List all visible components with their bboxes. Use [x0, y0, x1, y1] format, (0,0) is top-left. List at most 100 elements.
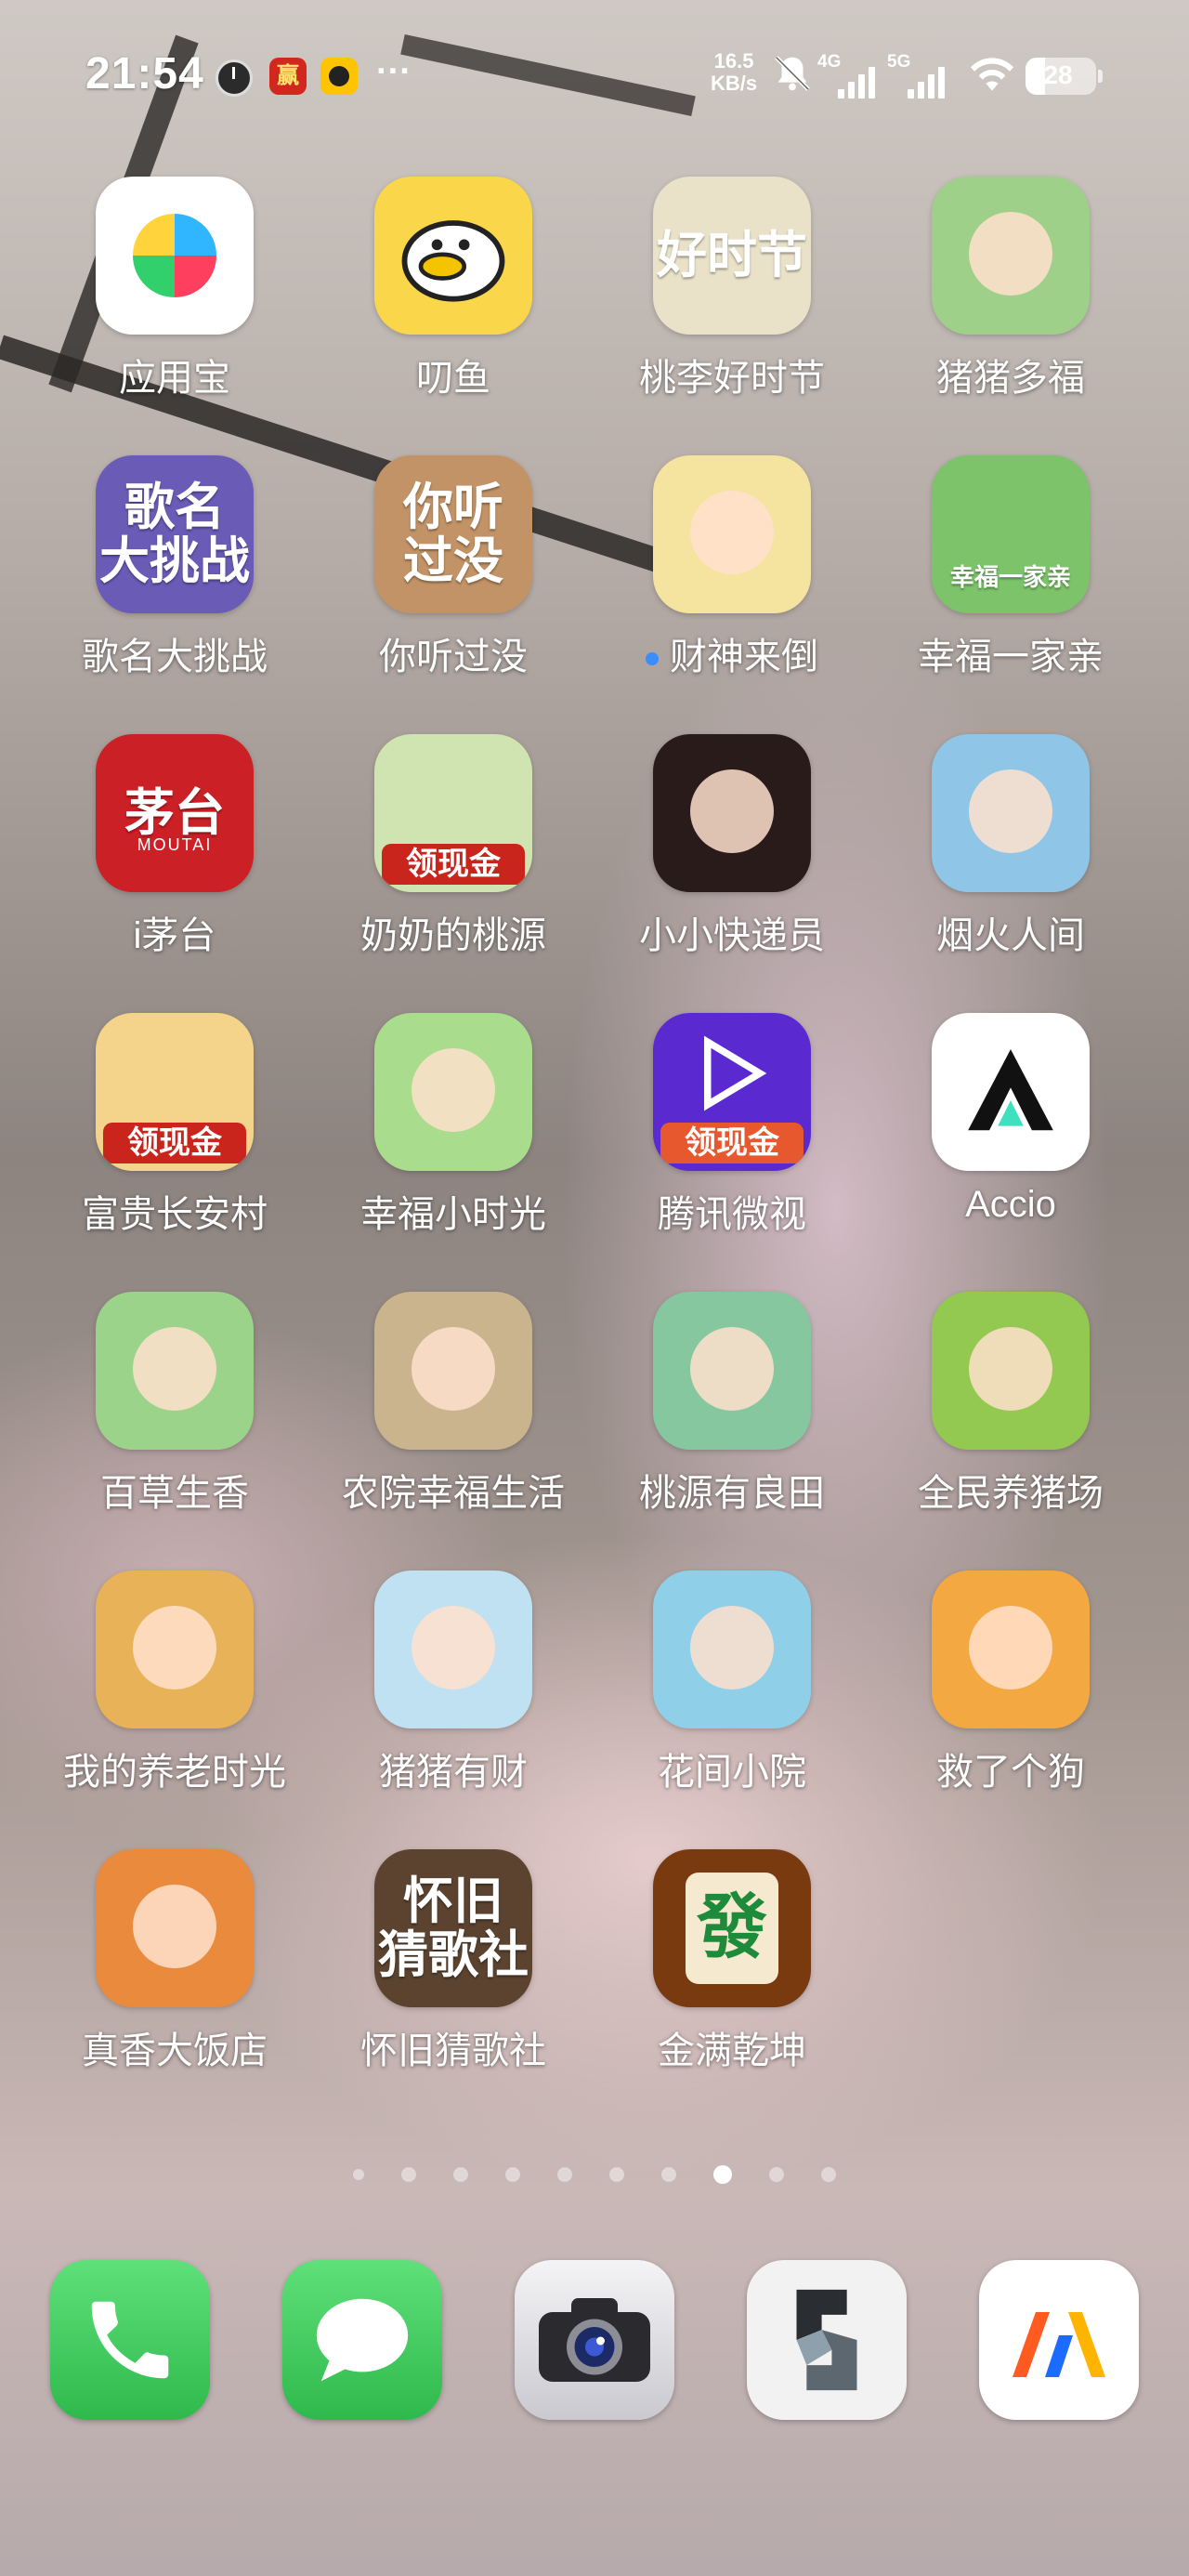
page-dot[interactable]: [713, 2165, 732, 2184]
icon-subtext: MOUTAI: [137, 835, 213, 854]
app-pig-monkey[interactable]: 幸福小时光: [342, 1013, 565, 1255]
business-woman-icon[interactable]: [96, 1571, 254, 1728]
page-dot[interactable]: [769, 2167, 784, 2182]
pig-apple-icon[interactable]: [932, 177, 1090, 335]
app-label: 幸福小时光: [314, 1184, 593, 1238]
village-girl-icon[interactable]: [653, 1292, 811, 1450]
page-dot[interactable]: [505, 2167, 520, 2182]
girl-game-icon[interactable]: 好时节: [653, 177, 811, 335]
app-dog[interactable]: 救了个狗: [899, 1571, 1122, 1812]
restaurant-icon[interactable]: [96, 1849, 254, 2007]
battery-level: 28: [1043, 60, 1073, 89]
lady-game-icon[interactable]: 领现金: [374, 734, 532, 892]
app-business-woman[interactable]: 我的养老时光: [63, 1571, 286, 1812]
app-music-quiz[interactable]: 你听 过没 你听过没: [342, 455, 565, 697]
page-dot[interactable]: [821, 2167, 836, 2182]
app-label-text: 猪猪多福: [936, 358, 1085, 399]
app-label: 猪猪有财: [314, 1741, 593, 1795]
dog-icon[interactable]: [932, 1571, 1090, 1728]
more-notifications-icon: ···: [376, 52, 412, 91]
page-dot[interactable]: [453, 2167, 468, 2182]
page-dot[interactable]: [609, 2167, 624, 2182]
fish-icon[interactable]: [374, 177, 532, 335]
app-label: 烟火人间: [871, 905, 1150, 959]
page-dot[interactable]: [353, 2169, 364, 2180]
pig-monkey-icon[interactable]: [374, 1013, 532, 1171]
portrait-game-icon[interactable]: [653, 734, 811, 892]
icon-illustration: [133, 1327, 216, 1411]
app-label-text: 花间小院: [658, 1752, 806, 1793]
app-girl-orchard[interactable]: 烟火人间: [899, 734, 1122, 976]
pig-farmer-icon[interactable]: [374, 1571, 532, 1728]
message-icon[interactable]: [282, 2260, 442, 2420]
network-speed-unit: KB/s: [711, 72, 758, 95]
app-pig-farmer[interactable]: 猪猪有财: [342, 1571, 565, 1812]
icon-text: 茅台: [124, 785, 225, 841]
icon-text: 歌名 大挑战: [99, 480, 250, 589]
app-label: 小小快递员: [593, 905, 871, 959]
app-label-text: 小小快递员: [639, 915, 825, 956]
app-app-store[interactable]: 应用宝: [63, 177, 286, 418]
music-quiz-icon[interactable]: 你听 过没: [374, 455, 532, 613]
app-accio[interactable]: Accio: [899, 1013, 1122, 1255]
camera-icon[interactable]: [515, 2260, 674, 2420]
app-retro-radio[interactable]: 怀旧 猜歌社怀旧猜歌社: [342, 1849, 565, 2091]
status-bar: 21:54 赢 ··· 16.5 KB/s 4G 5G 28: [0, 0, 1189, 158]
phone-icon[interactable]: [50, 2260, 210, 2420]
s-app-icon[interactable]: [747, 2260, 907, 2420]
app-label: 歌名大挑战: [35, 626, 314, 680]
app-fortune-god[interactable]: 财神来倒: [621, 455, 843, 697]
app-label: 怀旧猜歌社: [314, 2020, 593, 2074]
app-song-quiz[interactable]: 歌名 大挑战 歌名大挑战: [63, 455, 286, 697]
m-app-icon[interactable]: [979, 2260, 1139, 2420]
app-garden-girl[interactable]: 花间小院: [621, 1571, 843, 1812]
herb-girl-icon[interactable]: [96, 1292, 254, 1450]
app-lady-game[interactable]: 领现金 奶奶的桃源: [342, 734, 565, 976]
app-weishi[interactable]: 领现金 腾讯微视: [621, 1013, 843, 1255]
app-label: 你听过没: [314, 626, 593, 680]
app-pig-farm[interactable]: 全民养猪场: [899, 1292, 1122, 1533]
app-moutai[interactable]: 茅台 MOUTAI i茅台: [63, 734, 286, 976]
family-game-icon[interactable]: 幸福一家亲: [932, 455, 1090, 613]
moutai-icon[interactable]: 茅台 MOUTAI: [96, 734, 254, 892]
app-label-text: 全民养猪场: [918, 1473, 1104, 1514]
app-label-text: 农院幸福生活: [342, 1473, 565, 1514]
app-farmer[interactable]: 农院幸福生活: [342, 1292, 565, 1533]
network-speed: 16.5 KB/s: [711, 50, 757, 95]
pig-farm-icon[interactable]: [932, 1292, 1090, 1450]
icon-illustration: [412, 1606, 495, 1689]
app-fish[interactable]: 叨鱼: [342, 177, 565, 418]
app-label: 财神来倒: [593, 626, 871, 680]
fortune-god-icon[interactable]: [653, 455, 811, 613]
app-restaurant[interactable]: 真香大饭店: [63, 1849, 286, 2091]
app-label-text: 桃李好时节: [639, 358, 825, 399]
icon-illustration: [969, 1327, 1052, 1411]
app-herb-girl[interactable]: 百草生香: [63, 1292, 286, 1533]
weishi-icon[interactable]: 领现金: [653, 1013, 811, 1171]
app-label-text: 救了个狗: [936, 1752, 1085, 1793]
page-dot[interactable]: [401, 2167, 416, 2182]
icon-text: 你听 过没: [403, 480, 503, 589]
app-portrait-game[interactable]: 小小快递员: [621, 734, 843, 976]
page-dot[interactable]: [557, 2167, 572, 2182]
app-label: 腾讯微视: [593, 1184, 871, 1238]
app-tang-girl[interactable]: 领现金 富贵长安村: [63, 1013, 286, 1255]
farmer-icon[interactable]: [374, 1292, 532, 1450]
app-label: 桃源有良田: [593, 1463, 871, 1517]
page-dot[interactable]: [661, 2167, 676, 2182]
garden-girl-icon[interactable]: [653, 1571, 811, 1728]
mahjong-icon[interactable]: 發: [653, 1849, 811, 2007]
retro-radio-icon[interactable]: 怀旧 猜歌社: [374, 1849, 532, 2007]
app-girl-game[interactable]: 好时节 桃李好时节: [621, 177, 843, 418]
tang-girl-icon[interactable]: 领现金: [96, 1013, 254, 1171]
app-village-girl[interactable]: 桃源有良田: [621, 1292, 843, 1533]
app-pig-apple[interactable]: 猪猪多福: [899, 177, 1122, 418]
app-family-game[interactable]: 幸福一家亲 幸福一家亲: [899, 455, 1122, 697]
song-quiz-icon[interactable]: 歌名 大挑战: [96, 455, 254, 613]
page-indicator[interactable]: [0, 2163, 1189, 2186]
app-mahjong[interactable]: 發金满乾坤: [621, 1849, 843, 2091]
app-label-text: 怀旧猜歌社: [360, 2031, 546, 2071]
accio-icon[interactable]: [932, 1013, 1090, 1171]
girl-orchard-icon[interactable]: [932, 734, 1090, 892]
app-store-icon[interactable]: [96, 177, 254, 335]
